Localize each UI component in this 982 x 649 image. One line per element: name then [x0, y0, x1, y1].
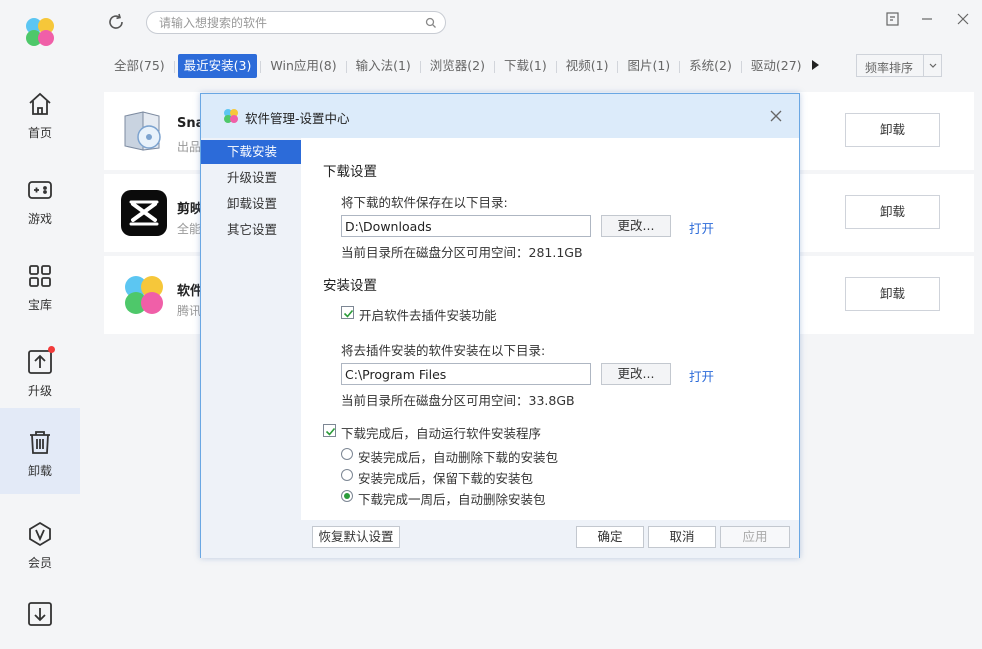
sort-dropdown[interactable]: 频率排序 — [856, 54, 942, 77]
install-dir-change-button[interactable]: 更改... — [601, 363, 671, 385]
download-free-space: 当前目录所在磁盘分区可用空间：281.1GB — [341, 245, 583, 260]
download-dir-change-button[interactable]: 更改... — [601, 215, 671, 237]
tabs-next-arrow-icon[interactable] — [810, 59, 820, 71]
sort-label: 频率排序 — [865, 61, 914, 75]
app-publisher: 出品 — [177, 140, 201, 154]
minimize-icon[interactable] — [918, 10, 936, 28]
install-dir-open-link[interactable]: 打开 — [689, 366, 714, 385]
trash-icon — [30, 431, 50, 454]
download-dir-label: 将下载的软件保存在以下目录: — [341, 195, 508, 210]
app-logo-icon — [26, 18, 54, 46]
tab-driver[interactable]: 驱动(27) — [745, 54, 808, 78]
tab-image[interactable]: 图片(1) — [621, 54, 676, 78]
dialog-nav-uninstall[interactable]: 卸载设置 — [201, 192, 301, 216]
dialog-nav-download-install[interactable]: 下载安装 — [201, 140, 301, 164]
notification-badge — [48, 346, 55, 353]
sidebar-item-games[interactable]: 游戏 — [0, 156, 80, 242]
radio-delete-after-install[interactable] — [341, 448, 353, 460]
cancel-button[interactable]: 取消 — [648, 526, 716, 548]
search-input[interactable] — [159, 14, 419, 32]
tab-system[interactable]: 系统(2) — [683, 54, 738, 78]
radio-label: 安装完成后，保留下载的安装包 — [358, 471, 534, 486]
installer-box-icon — [124, 111, 161, 151]
dialog-nav-upgrade[interactable]: 升级设置 — [201, 166, 301, 190]
sidebar-item-download[interactable] — [0, 580, 80, 649]
app-logo-icon — [224, 109, 238, 123]
sidebar-item-label: 宝库 — [27, 298, 52, 312]
plugin-free-checkbox[interactable] — [341, 306, 354, 319]
dialog-header[interactable]: 软件管理-设置中心 — [201, 94, 799, 138]
grid-icon — [29, 265, 51, 287]
tab-video[interactable]: 视频(1) — [560, 54, 615, 78]
dialog-footer: 恢复默认设置 确定 取消 应用 — [301, 520, 799, 558]
radio-label: 下载完成一周后，自动删除安装包 — [358, 492, 546, 507]
search-box[interactable] — [146, 11, 446, 34]
chevron-down-icon — [923, 55, 941, 76]
sidebar-item-label: 卸载 — [27, 464, 52, 478]
uninstall-button[interactable]: 卸载 — [845, 277, 940, 311]
tab-recent[interactable]: 最近安装(3) — [177, 54, 258, 78]
tab-input-method[interactable]: 输入法(1) — [350, 54, 417, 78]
dialog-nav: 下载安装 升级设置 卸载设置 其它设置 — [201, 138, 301, 558]
refresh-icon[interactable] — [106, 12, 126, 32]
sidebar-item-treasury[interactable]: 宝库 — [0, 242, 80, 328]
dialog-nav-other[interactable]: 其它设置 — [201, 218, 301, 242]
dialog-content: 下载设置 将下载的软件保存在以下目录: 更改... 打开 当前目录所在磁盘分区可… — [301, 138, 799, 520]
app-name: Sna — [177, 116, 201, 131]
radio-delete-after-week[interactable] — [341, 490, 353, 502]
home-icon — [29, 92, 51, 115]
sidebar-item-label: 游戏 — [27, 212, 52, 226]
tab-download[interactable]: 下载(1) — [498, 54, 553, 78]
vip-icon — [29, 521, 51, 547]
capcut-icon — [121, 190, 167, 236]
feedback-icon[interactable] — [884, 10, 902, 28]
auto-run-checkbox-label: 下载完成后，自动运行软件安装程序 — [341, 426, 542, 441]
software-manager-icon — [125, 276, 163, 314]
download-section-title: 下载设置 — [323, 164, 377, 180]
dialog-title: 软件管理-设置中心 — [245, 111, 350, 126]
restore-defaults-button[interactable]: 恢复默认设置 — [312, 526, 400, 548]
ok-button[interactable]: 确定 — [576, 526, 644, 548]
app-name: 剪映 — [177, 202, 201, 217]
auto-run-checkbox[interactable] — [323, 424, 336, 437]
tab-all[interactable]: 全部(75) — [108, 54, 171, 78]
sidebar-item-label: 会员 — [27, 556, 52, 570]
tab-win-apps[interactable]: Win应用(8) — [264, 54, 342, 78]
download-dir-input[interactable] — [341, 215, 591, 237]
close-icon[interactable] — [769, 109, 783, 123]
settings-dialog: 软件管理-设置中心 下载安装 升级设置 卸载设置 其它设置 下载设置 将下载的软… — [200, 93, 800, 558]
plugin-free-checkbox-label: 开启软件去插件安装功能 — [359, 308, 497, 323]
app-publisher: 全能 — [177, 222, 201, 236]
search-icon[interactable] — [425, 17, 437, 29]
category-tabs: 全部(75) 最近安装(3) Win应用(8) 输入法(1) 浏览器(2) 下载(1) 视频… — [108, 54, 808, 78]
uninstall-button[interactable]: 卸载 — [845, 195, 940, 229]
sidebar-item-label: 升级 — [27, 384, 52, 398]
download-icon — [28, 602, 52, 626]
app-name: 软件 — [177, 284, 201, 299]
tab-browser[interactable]: 浏览器(2) — [424, 54, 491, 78]
gamepad-icon — [28, 181, 52, 199]
radio-label: 安装完成后，自动删除下载的安装包 — [358, 450, 559, 465]
apply-button[interactable]: 应用 — [720, 526, 790, 548]
close-icon[interactable] — [954, 10, 972, 28]
app-publisher: 腾讯 — [177, 304, 201, 318]
uninstall-button[interactable]: 卸载 — [845, 113, 940, 147]
sidebar-item-uninstall[interactable]: 卸载 — [0, 408, 80, 494]
install-free-space: 当前目录所在磁盘分区可用空间：33.8GB — [341, 393, 575, 408]
sidebar-item-label: 首页 — [27, 126, 52, 140]
sidebar: 首页 游戏 宝库 升级 卸载 会员 — [0, 0, 80, 649]
install-dir-input[interactable] — [341, 363, 591, 385]
radio-keep-package[interactable] — [341, 469, 353, 481]
sidebar-item-upgrade[interactable]: 升级 — [0, 328, 80, 414]
sidebar-item-home[interactable]: 首页 — [0, 70, 80, 156]
sidebar-item-vip[interactable]: 会员 — [0, 500, 80, 586]
download-dir-open-link[interactable]: 打开 — [689, 218, 714, 237]
install-dir-label: 将去插件安装的软件安装在以下目录: — [341, 343, 546, 358]
install-section-title: 安装设置 — [323, 278, 377, 294]
